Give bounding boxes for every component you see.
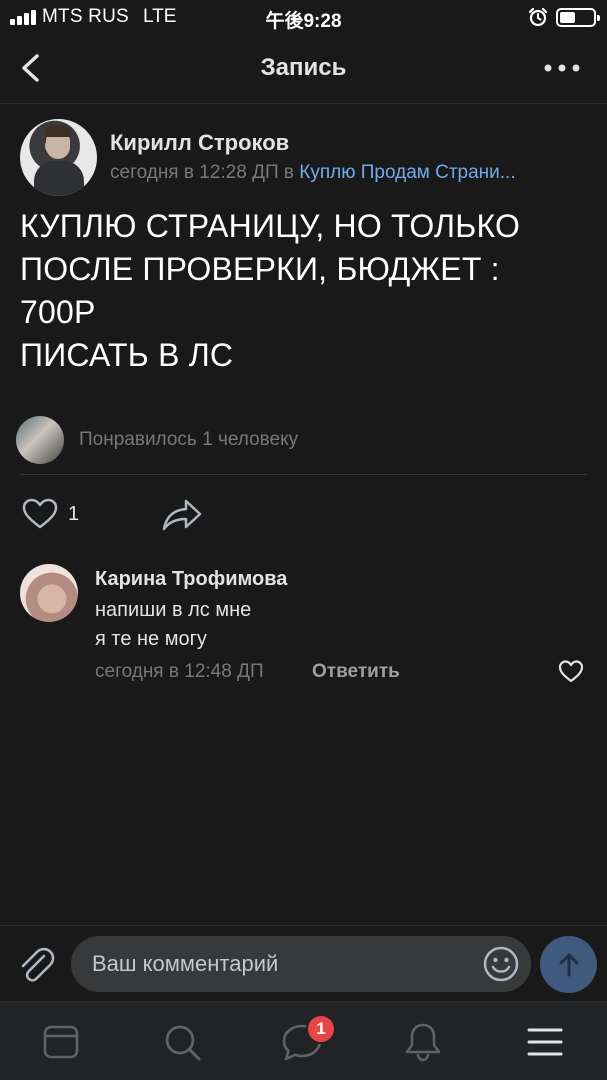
comment-text-line: я те не могу bbox=[95, 628, 207, 650]
comment-input[interactable] bbox=[71, 936, 531, 992]
commenter-name[interactable]: Карина Трофимова bbox=[95, 568, 287, 591]
status-bar: MTS RUS LTE 午後9:28 bbox=[0, 0, 607, 34]
reply-button[interactable]: Ответить bbox=[312, 661, 400, 683]
comment: Карина Трофимова напиши в лс мне я те не… bbox=[20, 561, 590, 691]
comment-time: сегодня в 12:48 ДП bbox=[95, 661, 264, 682]
liker-avatar bbox=[16, 416, 64, 464]
likes-summary[interactable]: Понравилось 1 человеку bbox=[16, 416, 590, 466]
post-text: КУПЛЮ СТРАНИЦУ, НО ТОЛЬКО ПОСЛЕ ПРОВЕРКИ… bbox=[20, 205, 590, 377]
messages-badge: 1 bbox=[306, 1014, 336, 1044]
post-meta: сегодня в 12:28 ДП в Куплю Продам Страни… bbox=[110, 162, 516, 184]
share-icon[interactable] bbox=[160, 494, 204, 534]
paperclip-icon[interactable] bbox=[14, 942, 58, 986]
page-title: Запись bbox=[260, 54, 347, 81]
like-count: 1 bbox=[68, 502, 80, 525]
group-link[interactable]: Куплю Продам Страни... bbox=[299, 162, 515, 183]
divider bbox=[20, 474, 587, 475]
more-options-button[interactable] bbox=[540, 54, 584, 82]
like-button[interactable]: 1 bbox=[20, 492, 100, 536]
menu-icon[interactable] bbox=[523, 1020, 567, 1064]
post-header: Кирилл Строков сегодня в 12:28 ДП в Купл… bbox=[20, 119, 590, 197]
comment-like-icon[interactable] bbox=[557, 657, 585, 685]
post-text-line: КУПЛЮ СТРАНИЦУ, НО ТОЛЬКО bbox=[20, 208, 521, 244]
tab-bar: 1 bbox=[0, 1001, 607, 1080]
post-text-line: ПИСАТЬ В ЛС bbox=[20, 337, 234, 373]
commenter-avatar[interactable] bbox=[20, 564, 78, 622]
search-icon[interactable] bbox=[160, 1020, 204, 1064]
send-button[interactable] bbox=[540, 936, 597, 993]
arrow-up-icon bbox=[559, 953, 578, 976]
emoji-icon[interactable] bbox=[482, 945, 520, 983]
feed-icon[interactable] bbox=[39, 1020, 83, 1064]
author-avatar[interactable] bbox=[20, 119, 97, 196]
likes-summary-text: Понравилось 1 человеку bbox=[79, 429, 299, 450]
comment-text-line: напиши в лс мне bbox=[95, 599, 252, 621]
bell-icon[interactable] bbox=[401, 1020, 445, 1064]
post-text-line: 700Р bbox=[20, 294, 96, 330]
heart-icon bbox=[22, 498, 58, 529]
alarm-icon bbox=[528, 7, 548, 27]
post-actions: 1 bbox=[20, 492, 590, 536]
post-text-line: ПОСЛЕ ПРОВЕРКИ, БЮДЖЕТ : bbox=[20, 251, 500, 287]
post-time: сегодня в 12:28 ДП в bbox=[110, 162, 294, 183]
comment-composer bbox=[0, 925, 607, 1001]
status-time: 午後9:28 bbox=[265, 11, 342, 32]
author-name[interactable]: Кирилл Строков bbox=[110, 130, 289, 156]
battery-icon bbox=[556, 8, 600, 27]
navigation-header: Запись bbox=[0, 34, 607, 104]
